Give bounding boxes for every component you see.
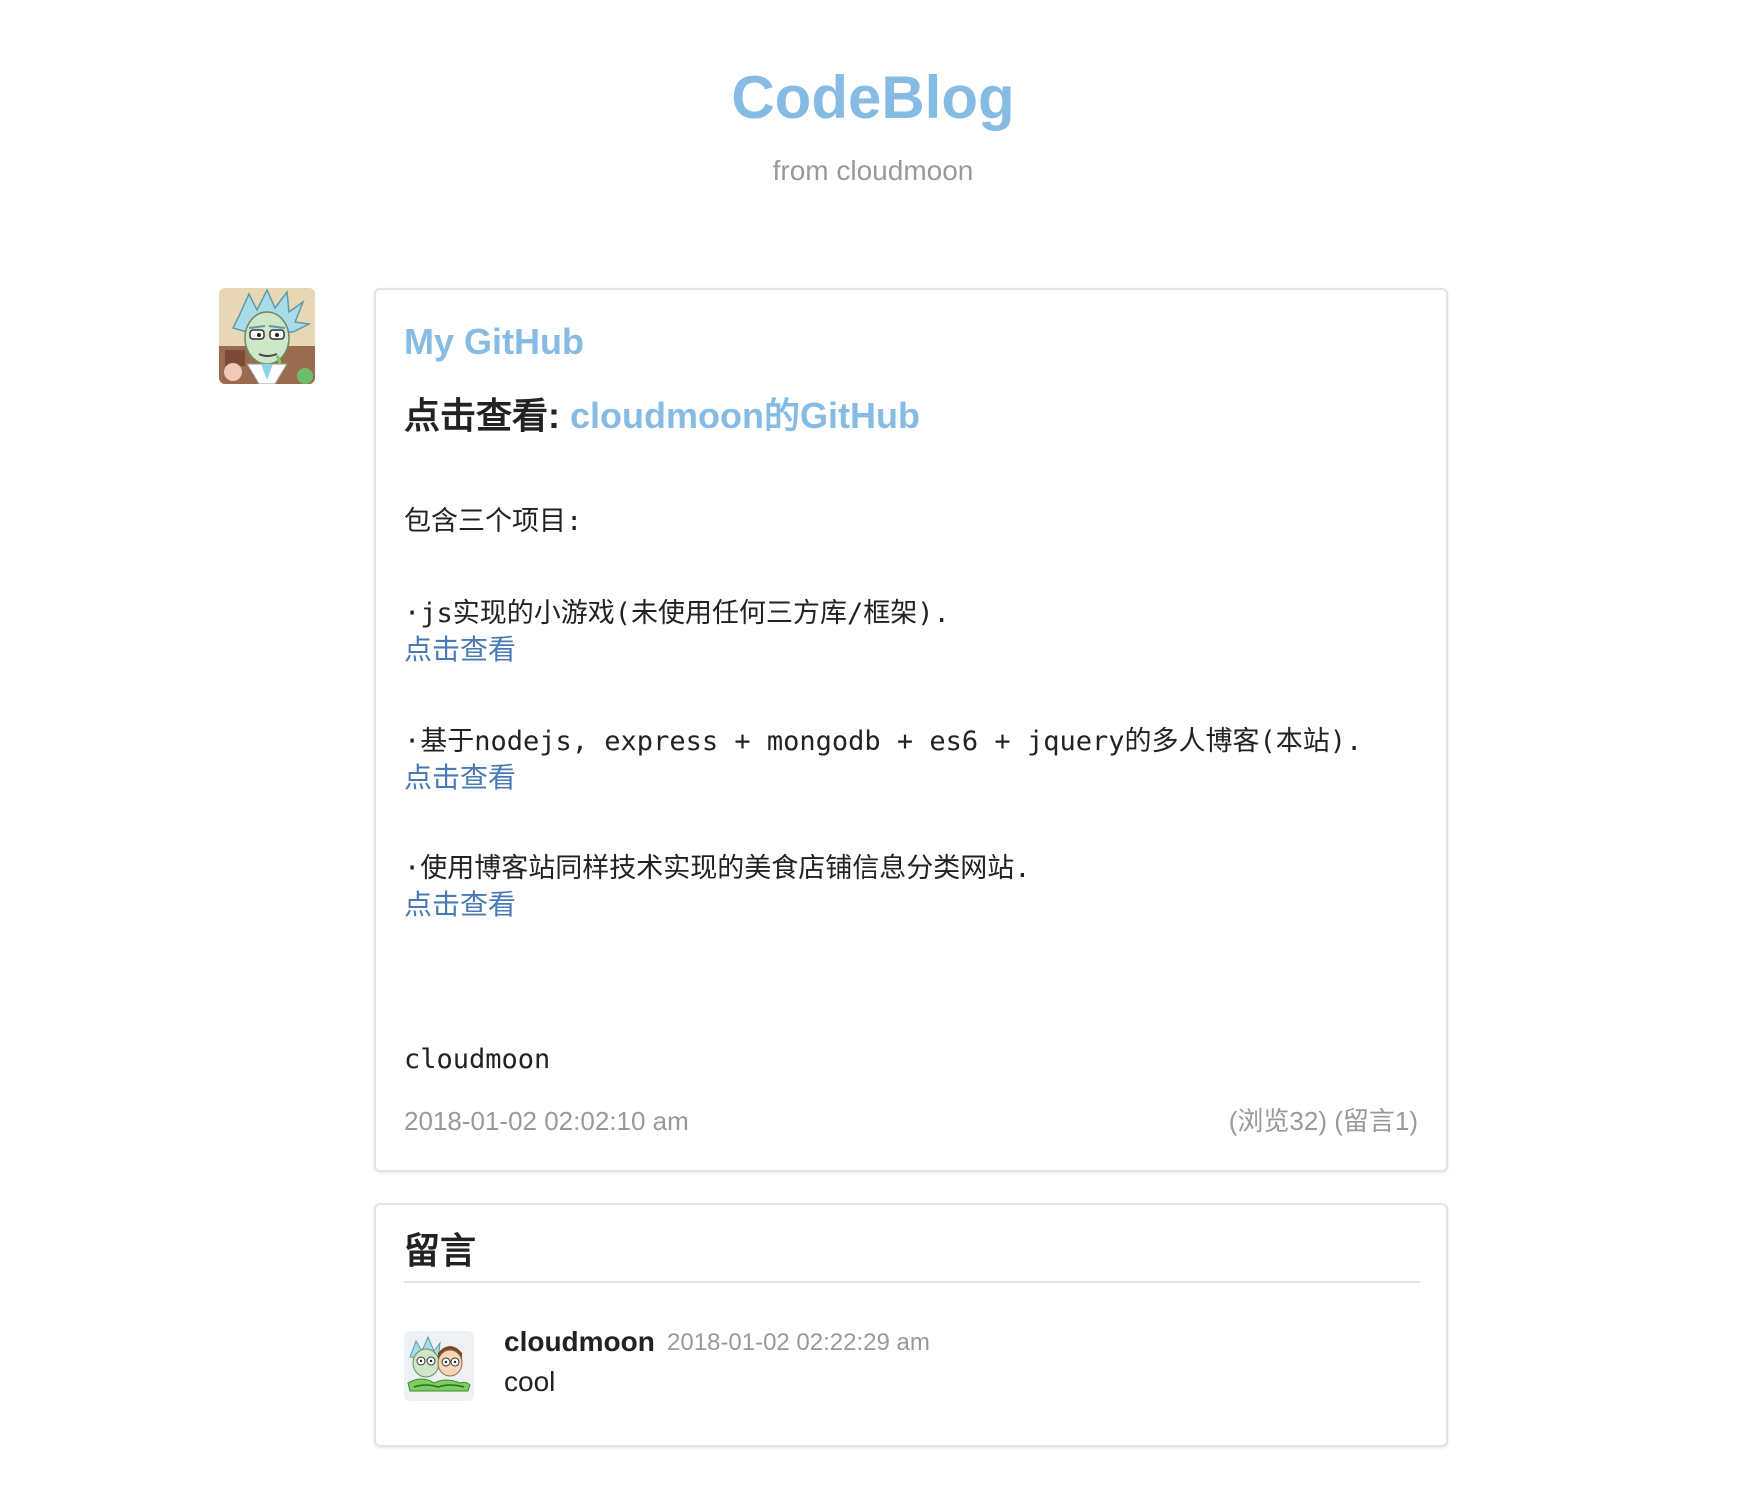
project-description: ·使用博客站同样技术实现的美食店铺信息分类网站. (404, 853, 1031, 884)
post-card: My GitHub 点击查看: cloudmoon的GitHub 包含三个项目:… (374, 288, 1448, 1172)
comment-avatar[interactable] (404, 1331, 474, 1401)
site-subtitle: from cloudmoon (772, 155, 974, 186)
post-title-link[interactable]: My GitHub (404, 320, 584, 364)
author-avatar[interactable] (219, 288, 315, 384)
project-view-link[interactable]: 点击查看 (404, 632, 516, 668)
github-repo-link[interactable]: cloudmoon的GitHub (570, 395, 920, 436)
post-intro: 包含三个项目: (404, 506, 583, 537)
site-header: CodeBlog from cloudmoon (0, 0, 1746, 220)
comment-author[interactable]: cloudmoon (504, 1323, 655, 1361)
post-stats: (浏览32) (留言1) (1228, 1106, 1418, 1136)
rick-and-morty-avatar-icon (404, 1331, 474, 1401)
comments-divider (404, 1281, 1420, 1283)
post-view-line: 点击查看: cloudmoon的GitHub (404, 394, 920, 438)
project-view-link[interactable]: 点击查看 (404, 760, 516, 796)
project-view-link[interactable]: 点击查看 (404, 887, 516, 923)
comment-body: cool (504, 1366, 556, 1397)
site-title-link[interactable]: CodeBlog (0, 62, 1746, 134)
project-description: ·基于nodejs, express + mongodb + es6 + jqu… (404, 726, 1363, 757)
rick-avatar-icon (219, 288, 315, 384)
project-description: ·js实现的小游戏(未使用任何三方库/框架). (404, 598, 950, 629)
comments-heading: 留言 (404, 1230, 477, 1271)
post-signature: cloudmoon (404, 1044, 551, 1075)
post-date: 2018-01-02 02:02:10 am (404, 1106, 689, 1136)
comments-card: 留言 cloudmoon 2018-01-02 02:22:29 am cool (374, 1203, 1448, 1447)
post-view-prefix: 点击查看: (404, 395, 570, 436)
comment-time: 2018-01-02 02:22:29 am (667, 1329, 930, 1356)
